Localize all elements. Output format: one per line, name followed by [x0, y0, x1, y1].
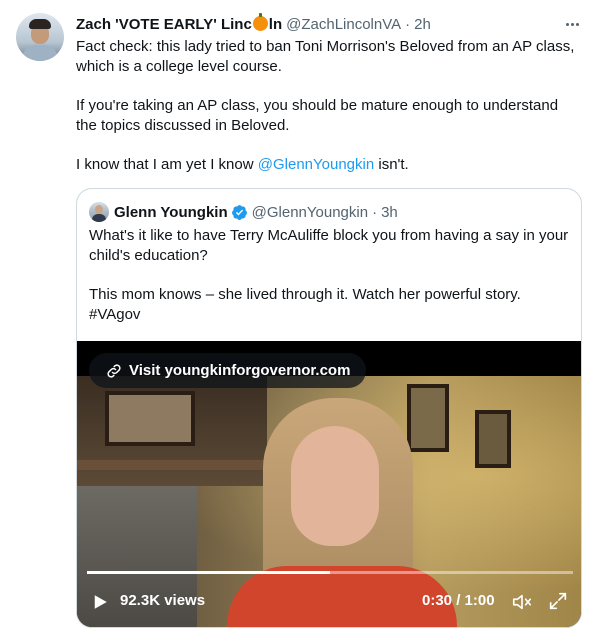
video-progress-bar[interactable] [87, 571, 573, 574]
tweet[interactable]: Zach 'VOTE EARLY' Linc ln @ZachLincolnVA … [0, 0, 591, 632]
text-after-mention: isn't. [374, 156, 409, 173]
display-name[interactable]: Zach 'VOTE EARLY' Linc ln [76, 12, 283, 33]
user-handle[interactable]: @ZachLincolnVA [286, 16, 401, 33]
tweet-paragraph: Fact check: this lady tried to ban Toni … [76, 38, 575, 75]
video-controls: 92.3K views 0:30 / 1:00 [77, 584, 581, 619]
quoted-tweet[interactable]: Glenn Youngkin @GlennYoungkin · 3h What'… [76, 188, 582, 628]
display-name-suffix: ln [268, 15, 283, 33]
quoted-tweet-text: What's it like to have Terry McAuliffe b… [89, 226, 569, 325]
play-icon[interactable] [91, 593, 109, 611]
quoted-avatar[interactable] [89, 202, 109, 222]
woman-face [291, 426, 379, 546]
text-before-mention: I know that I am yet I know [76, 156, 258, 173]
quoted-display-name[interactable]: Glenn Youngkin [114, 204, 228, 221]
quoted-timestamp[interactable]: 3h [381, 204, 398, 221]
quoted-user-handle[interactable]: @GlennYoungkin [252, 204, 368, 221]
tweet-header: Zach 'VOTE EARLY' Linc ln @ZachLincolnVA … [76, 12, 431, 34]
separator-dot: · [372, 203, 378, 221]
mention-link[interactable]: @GlennYoungkin [258, 156, 374, 173]
pumpkin-icon [252, 12, 268, 31]
volume-muted-icon[interactable] [511, 591, 533, 613]
timestamp[interactable]: 2h [414, 16, 431, 33]
quoted-paragraph: What's it like to have Terry McAuliffe b… [89, 227, 569, 264]
separator-dot: · [405, 15, 411, 33]
wall-picture [407, 384, 449, 452]
link-icon [107, 363, 121, 378]
more-horizontal-icon[interactable] [562, 14, 582, 34]
avatar-shirt [22, 45, 58, 61]
display-name-text: Zach 'VOTE EARLY' Linc [76, 15, 252, 33]
view-count: 92.3K views [120, 592, 206, 609]
verified-badge-icon [231, 204, 247, 220]
video-progress-fill [87, 571, 330, 574]
video-shelf [77, 376, 267, 486]
avatar-hair [29, 19, 51, 29]
video-time: 0:30 / 1:00 [422, 592, 495, 609]
tweet-text: Fact check: this lady tried to ban Toni … [76, 37, 581, 175]
quoted-tweet-header: Glenn Youngkin @GlennYoungkin · 3h [89, 202, 398, 222]
fullscreen-icon[interactable] [547, 590, 569, 612]
tweet-paragraph: If you're taking an AP class, you should… [76, 97, 559, 134]
video-player[interactable]: Visit youngkinforgovernor.com 92.3K view… [77, 341, 581, 627]
wall-picture [475, 410, 511, 468]
visit-link-button[interactable]: Visit youngkinforgovernor.com [89, 353, 367, 388]
quoted-paragraph: This mom knows – she lived through it. W… [89, 286, 521, 323]
avatar[interactable] [16, 13, 64, 61]
tweet-paragraph-last: I know that I am yet I know @GlennYoungk… [76, 155, 581, 175]
visit-link-label: Visit youngkinforgovernor.com [129, 362, 351, 379]
